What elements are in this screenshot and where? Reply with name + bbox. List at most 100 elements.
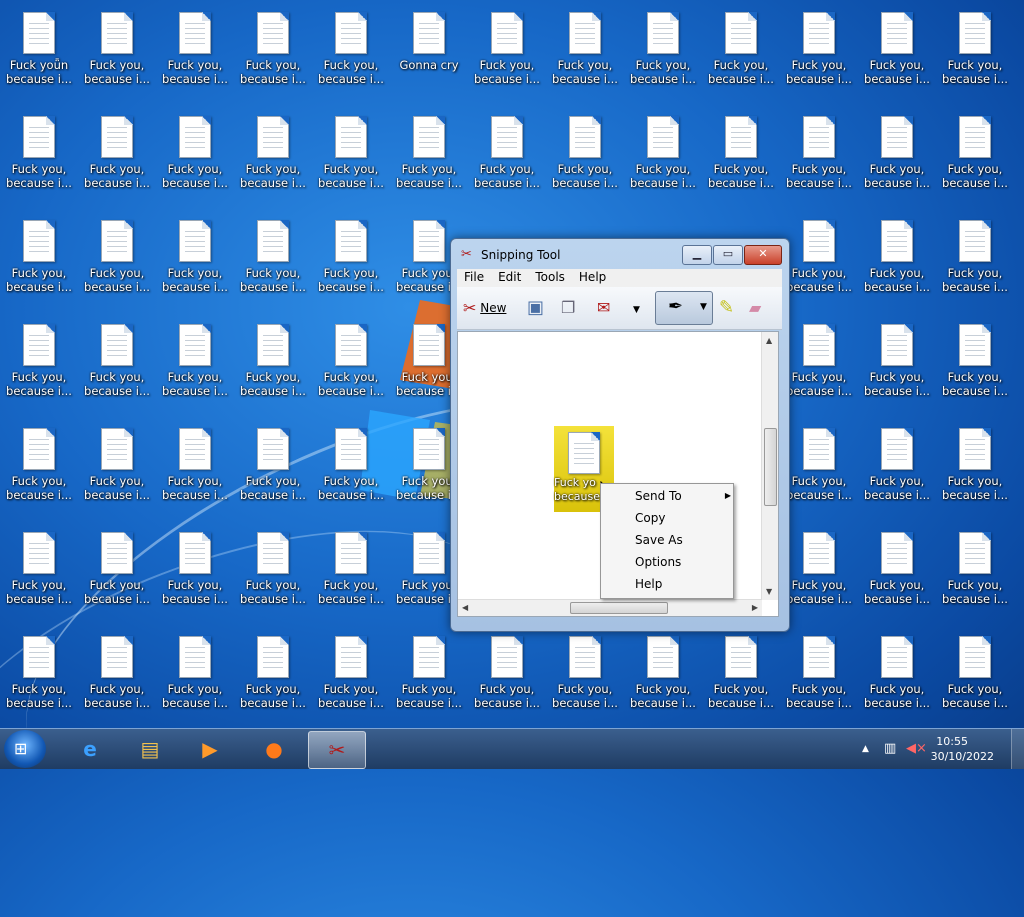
desktop-file-icon[interactable]: Fuck you, because i...	[936, 624, 1014, 720]
desktop-file-icon[interactable]: Fuck you, because i...	[78, 624, 156, 720]
desktop-file-icon[interactable]: Fuck you, because i...	[780, 312, 858, 408]
taskbar-media-player[interactable]: ▶	[182, 731, 238, 767]
desktop-file-icon[interactable]: Fuck you, because i...	[234, 208, 312, 304]
horizontal-scrollbar[interactable]: ◀ ▶	[458, 599, 762, 616]
desktop-file-icon[interactable]: Fuck you, because i...	[858, 520, 936, 616]
desktop-file-icon[interactable]: Fuck you, because i...	[156, 312, 234, 408]
scroll-left-icon[interactable]: ◀	[462, 603, 468, 612]
desktop-file-icon[interactable]: Fuck you, because i...	[858, 0, 936, 96]
start-button[interactable]: ⊞	[4, 730, 46, 768]
scroll-down-icon[interactable]: ▼	[766, 587, 772, 596]
desktop-file-icon[interactable]: Fuck you, because i...	[936, 0, 1014, 96]
desktop-file-icon[interactable]: Fuck you, because i...	[156, 624, 234, 720]
desktop-file-icon[interactable]: Fuck you, because i...	[936, 312, 1014, 408]
desktop-file-icon[interactable]: Fuck you, because i...	[156, 104, 234, 200]
desktop-file-icon[interactable]: Fuck you, because i...	[0, 624, 78, 720]
desktop-file-icon[interactable]: Fuck you, because i...	[936, 104, 1014, 200]
desktop-file-icon[interactable]: Fuck you, because i...	[234, 520, 312, 616]
taskbar-file-explorer[interactable]: ▤	[122, 731, 178, 767]
desktop-file-icon[interactable]: Fuck you, because i...	[702, 624, 780, 720]
desktop-file-icon[interactable]: Fuck you, because i...	[234, 624, 312, 720]
highlighter-button[interactable]: ✎	[719, 295, 734, 321]
volume-muted-icon[interactable]: ◀×	[906, 741, 927, 756]
desktop-file-icon[interactable]: Fuck you, because i...	[624, 0, 702, 96]
menu-edit[interactable]: Edit	[491, 269, 528, 285]
desktop-file-icon[interactable]: Fuck you, because i...	[78, 312, 156, 408]
desktop-file-icon[interactable]: Fuck you, because i...	[234, 0, 312, 96]
desktop-file-icon[interactable]: Fuck you, because i...	[858, 416, 936, 512]
desktop-file-icon[interactable]: Fuck you, because i...	[312, 208, 390, 304]
desktop-file-icon[interactable]: Fuck you, because i...	[780, 416, 858, 512]
pen-tool-button[interactable]: ✒ ▼	[655, 291, 713, 325]
desktop-file-icon[interactable]: Fuck you, because i...	[624, 624, 702, 720]
context-item-options[interactable]: Options	[635, 555, 681, 569]
save-button[interactable]: ▣	[527, 295, 544, 321]
vertical-scroll-thumb[interactable]	[764, 428, 777, 506]
desktop-file-icon[interactable]: Fuck you, because i...	[702, 0, 780, 96]
desktop-file-icon[interactable]: Fuck you, because i...	[546, 0, 624, 96]
desktop-file-icon[interactable]: Fuck you, because i...	[390, 624, 468, 720]
maximize-button[interactable]: ▭	[713, 245, 743, 265]
eraser-button[interactable]: ▰	[749, 295, 761, 321]
close-button[interactable]: ✕	[744, 245, 782, 265]
desktop-file-icon[interactable]: Fuck you, because i...	[312, 520, 390, 616]
scroll-right-icon[interactable]: ▶	[752, 603, 758, 612]
desktop-file-icon[interactable]: Fuck you, because i...	[0, 416, 78, 512]
desktop-file-icon[interactable]: Fuck you, because i...	[0, 520, 78, 616]
desktop-file-icon[interactable]: Fuck you, because i...	[858, 312, 936, 408]
desktop-file-icon[interactable]: Fuck you, because i...	[468, 104, 546, 200]
desktop-file-icon[interactable]: Fuck you, because i...	[780, 0, 858, 96]
taskbar-firefox[interactable]: ●	[246, 731, 302, 767]
horizontal-scroll-thumb[interactable]	[570, 602, 668, 614]
desktop-file-icon[interactable]: Fuck you, because i...	[546, 624, 624, 720]
desktop-file-icon[interactable]: Fuck you, because i...	[156, 208, 234, 304]
desktop-file-icon[interactable]: Fuck you, because i...	[858, 208, 936, 304]
desktop-file-icon[interactable]: Fuck you, because i...	[936, 416, 1014, 512]
desktop-file-icon[interactable]: Fuck you, because i...	[156, 416, 234, 512]
desktop-file-icon[interactable]: Fuck you, because i...	[468, 0, 546, 96]
desktop-file-icon[interactable]: Fuck you, because i...	[312, 416, 390, 512]
context-item-copy[interactable]: Copy	[635, 511, 665, 525]
desktop-file-icon[interactable]: Fuck you, because i...	[0, 312, 78, 408]
menu-file[interactable]: File	[457, 269, 491, 285]
desktop-file-icon[interactable]: Fuck you, because i...	[234, 104, 312, 200]
desktop-file-icon[interactable]: Fuck you, because i...	[780, 208, 858, 304]
taskbar-internet-explorer[interactable]: e	[62, 731, 118, 767]
send-dropdown-button[interactable]: ▼	[633, 295, 640, 321]
context-item-save-as[interactable]: Save As	[635, 533, 683, 547]
desktop-file-icon[interactable]: Fuck you, because i...	[780, 520, 858, 616]
desktop-file-icon[interactable]: Fuck you, because i...	[780, 104, 858, 200]
send-snip-button[interactable]: ✉	[597, 295, 610, 321]
clock-time[interactable]: 10:55	[936, 735, 968, 748]
desktop-file-icon[interactable]: Fuck you, because i...	[0, 104, 78, 200]
desktop-file-icon[interactable]: Fuck you, because i...	[156, 520, 234, 616]
desktop-file-icon[interactable]: Fuck you, because i...	[936, 520, 1014, 616]
scroll-up-icon[interactable]: ▲	[766, 336, 772, 345]
minimize-button[interactable]: ▁	[682, 245, 712, 265]
show-hidden-icons-icon[interactable]: ▲	[862, 744, 869, 754]
desktop-file-icon[interactable]: Fuck you, because i...	[390, 104, 468, 200]
desktop-file-icon[interactable]: Fuck you, because i...	[468, 624, 546, 720]
new-snip-button[interactable]: ✂ New	[463, 295, 506, 321]
desktop-file-icon[interactable]: Fuck you, because i...	[546, 104, 624, 200]
desktop-file-icon[interactable]: Fuck you, because i...	[936, 208, 1014, 304]
desktop-file-icon[interactable]: Fuck you, because i...	[702, 104, 780, 200]
copy-button[interactable]: ❐	[561, 295, 575, 321]
desktop-file-icon[interactable]: Fuck you, because i...	[312, 624, 390, 720]
desktop-file-icon[interactable]: Fuck you, because i...	[0, 208, 78, 304]
desktop-file-icon[interactable]: Fuck you, because i...	[78, 208, 156, 304]
desktop-file-icon[interactable]: Gonna cry	[390, 0, 468, 96]
context-item-send-to[interactable]: Send To ▶	[635, 489, 731, 503]
menu-help[interactable]: Help	[572, 269, 613, 285]
desktop-file-icon[interactable]: Fuck you, because i...	[156, 0, 234, 96]
desktop-file-icon[interactable]: Fuck you, because i...	[312, 0, 390, 96]
desktop-file-icon[interactable]: Fuck you, because i...	[78, 104, 156, 200]
desktop-file-icon[interactable]: Fuck you, because i...	[78, 520, 156, 616]
desktop-file-icon[interactable]: Fuck you, because i...	[858, 624, 936, 720]
desktop-file-icon[interactable]: Fuck you, because i...	[312, 104, 390, 200]
menu-tools[interactable]: Tools	[528, 269, 572, 285]
desktop-file-icon[interactable]: Fuck you, because i...	[780, 624, 858, 720]
network-icon[interactable]: ▥	[884, 741, 896, 756]
desktop-file-icon[interactable]: Fuck you, because i...	[78, 0, 156, 96]
context-item-help[interactable]: Help	[635, 577, 662, 591]
